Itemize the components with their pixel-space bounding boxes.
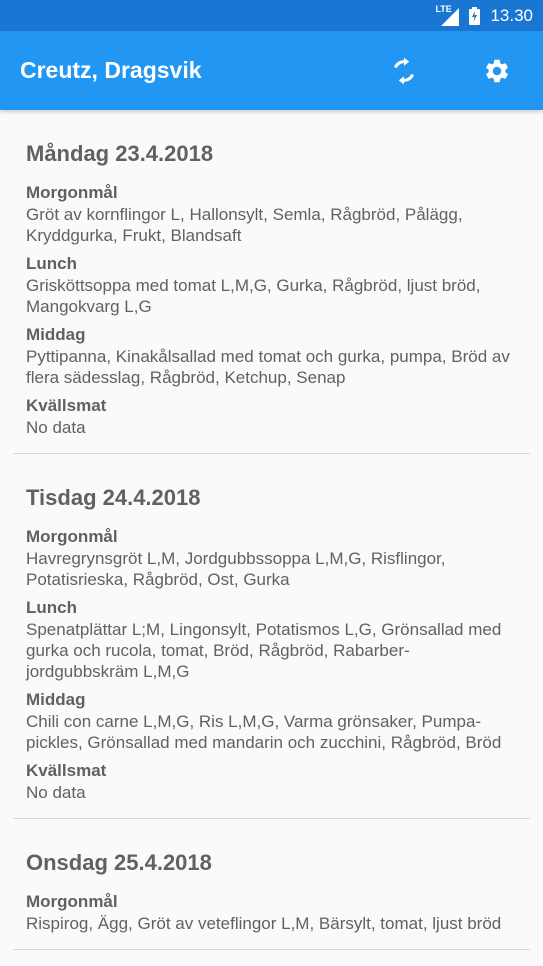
day-card: Måndag 23.4.2018 Morgonmål Gröt av kornf…	[13, 110, 530, 454]
day-title: Måndag 23.4.2018	[26, 141, 214, 166]
meal-label: Lunch	[26, 598, 77, 617]
meal-label: Morgonmål	[26, 527, 118, 546]
day-title: Onsdag 25.4.2018	[26, 850, 212, 875]
meal-text: Rispirog, Ägg, Gröt av veteflingor L,M, …	[26, 914, 502, 933]
meal-text: Chili con carne L,M,G, Ris L,M,G, Varma …	[26, 712, 502, 752]
meal-label: Kvällsmat	[26, 761, 107, 780]
meal-text: Spenatplättar L;M, Lingonsylt, Potatismo…	[26, 620, 502, 681]
lte-signal-icon: LTE	[435, 3, 460, 26]
gear-icon	[486, 59, 508, 82]
status-time: 13.30	[490, 5, 533, 25]
meal-label: Kvällsmat	[26, 396, 107, 415]
meal-label: Middag	[26, 690, 86, 709]
meal-text: Grisköttsoppa med tomat L,M,G, Gurka, Rå…	[26, 276, 481, 316]
meal-label: Morgonmål	[26, 183, 118, 202]
meal-text: Pyttipanna, Kinakålsallad med tomat och …	[26, 347, 510, 387]
day-title: Tisdag 24.4.2018	[26, 485, 201, 510]
day-card: Tisdag 24.4.2018 Morgonmål Havregrynsgrö…	[13, 454, 530, 819]
settings-button[interactable]	[482, 56, 512, 86]
meal-label: Lunch	[26, 254, 77, 273]
meal-label: Morgonmål	[26, 892, 118, 911]
meal-text: No data	[26, 418, 86, 437]
battery-charging-icon	[469, 6, 481, 25]
day-card: Onsdag 25.4.2018 Morgonmål Rispirog, Ägg…	[13, 819, 530, 950]
meal-label: Middag	[26, 325, 86, 344]
refresh-icon	[393, 57, 415, 84]
page-title: Creutz, Dragsvik	[20, 57, 202, 83]
app-bar: Creutz, Dragsvik	[0, 31, 543, 110]
menu-list[interactable]: Måndag 23.4.2018 Morgonmål Gröt av kornf…	[0, 110, 543, 966]
status-bar: LTE 13.30	[0, 0, 543, 31]
refresh-button[interactable]	[389, 56, 419, 86]
meal-text: Gröt av kornflingor L, Hallonsylt, Semla…	[26, 205, 463, 245]
meal-text: Havregrynsgröt L,M, Jordgubbssoppa L,M,G…	[26, 549, 446, 589]
network-type-label: LTE	[435, 3, 452, 14]
meal-text: No data	[26, 783, 86, 802]
